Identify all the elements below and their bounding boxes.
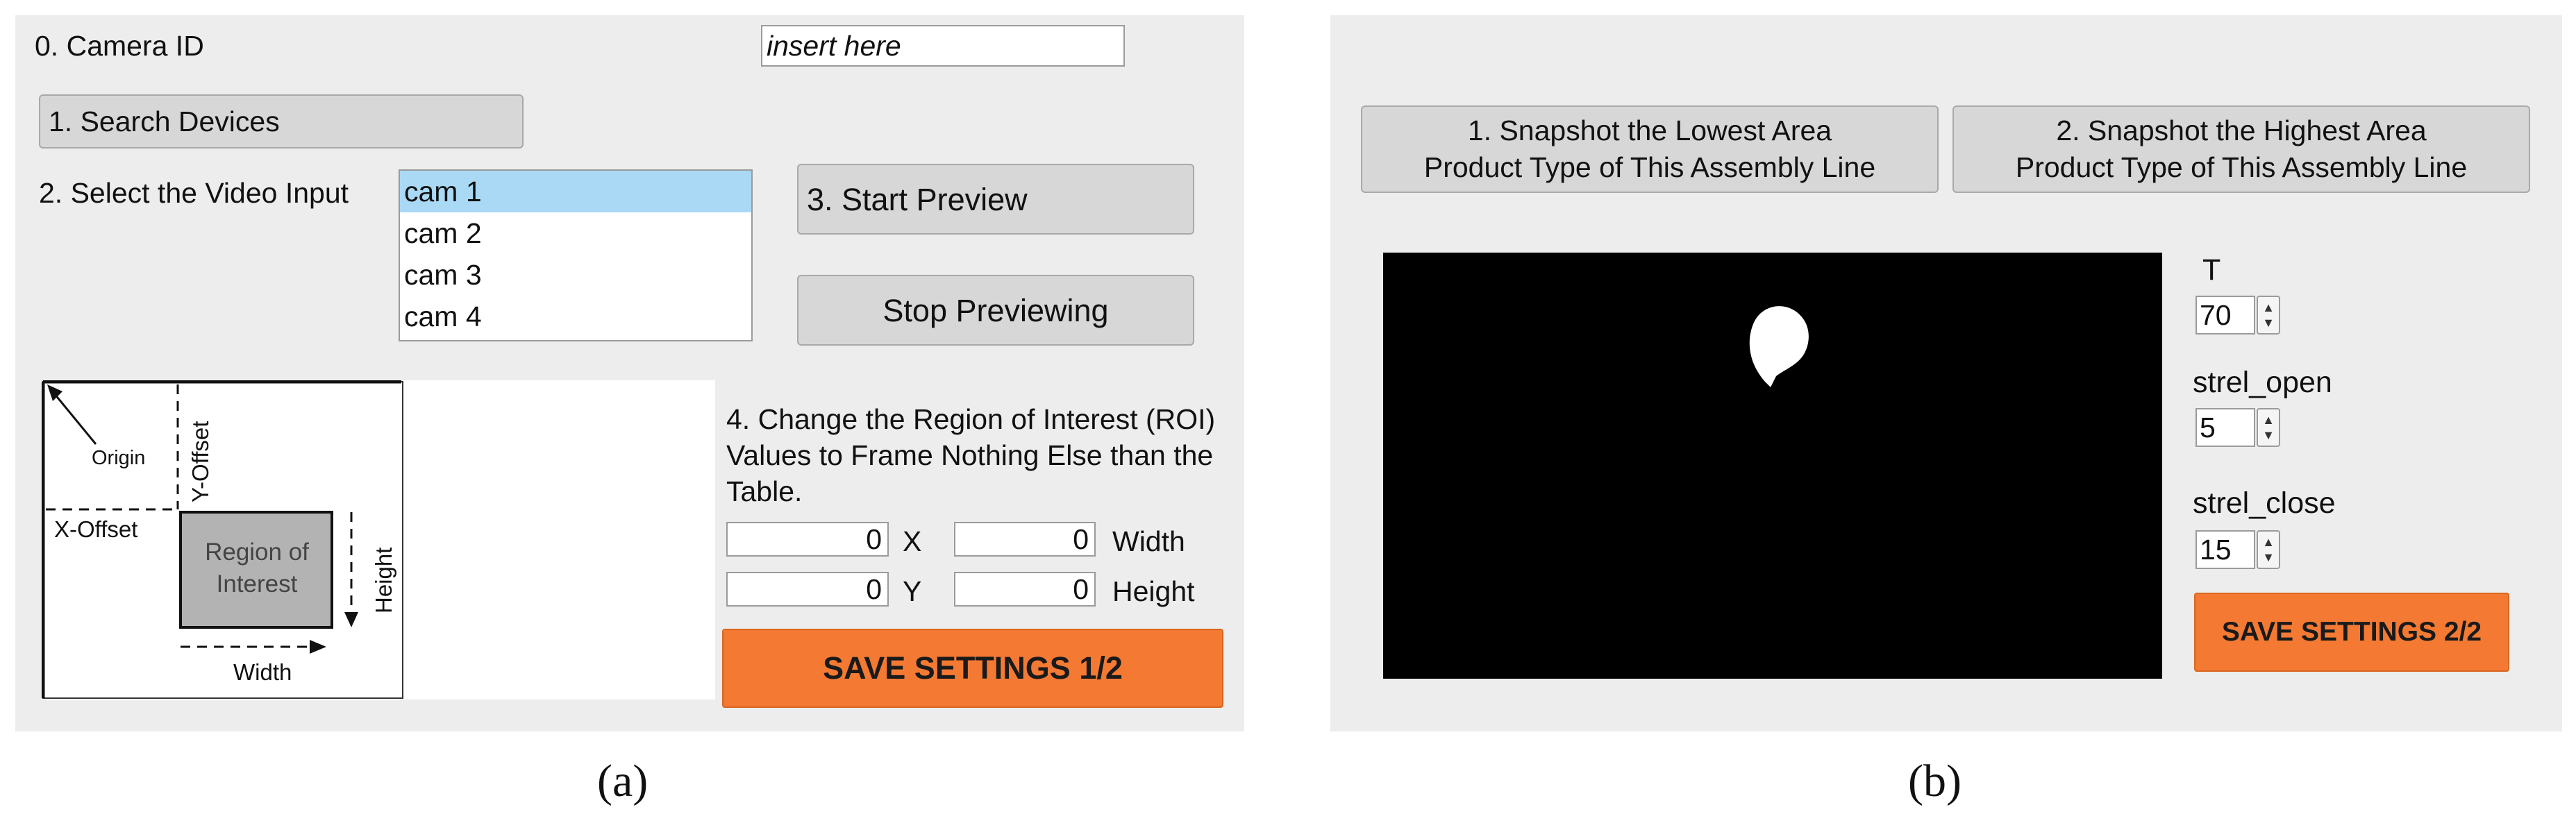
list-item[interactable]: cam 1 xyxy=(400,171,751,212)
camera-id-input[interactable]: insert here xyxy=(761,25,1125,67)
param-strel-open-value[interactable]: 5 xyxy=(2196,408,2255,447)
roi-x-input[interactable]: 0 xyxy=(726,522,889,557)
roi-height-input[interactable]: 0 xyxy=(954,572,1096,607)
roi-diagram: Origin Y-Offset X-Offset Region of Inter… xyxy=(42,380,715,700)
roi-width-label: Width xyxy=(1112,525,1185,557)
start-preview-button[interactable]: 3. Start Preview xyxy=(797,164,1194,235)
snapshot-highest-line2: Product Type of This Assembly Line xyxy=(2015,151,2468,183)
select-video-label: 2. Select the Video Input xyxy=(39,177,349,209)
save-settings-1-button[interactable]: SAVE SETTINGS 1/2 xyxy=(722,629,1223,708)
list-item[interactable]: cam 2 xyxy=(400,212,751,254)
panel-a: 0. Camera ID insert here 1. Search Devic… xyxy=(15,15,1244,731)
roi-instructions-line1: 4. Change the Region of Interest (ROI) xyxy=(726,403,1216,435)
origin-label: Origin xyxy=(92,447,146,469)
param-t-label: T xyxy=(2202,253,2221,287)
roi-label-line1: Region of xyxy=(205,539,309,566)
snapshot-highest-button[interactable]: 2. Snapshot the Highest Area Product Typ… xyxy=(1952,105,2530,193)
snapshot-lowest-line2: Product Type of This Assembly Line xyxy=(1423,151,1876,183)
caption-b: (b) xyxy=(1908,756,1962,806)
roi-height-label: Height xyxy=(1112,575,1195,607)
param-t-value[interactable]: 70 xyxy=(2196,296,2255,334)
param-strel-open-spinner-icon[interactable]: ▲ ▼ xyxy=(2257,408,2280,447)
width-label: Width xyxy=(233,659,292,685)
save-settings-2-button[interactable]: SAVE SETTINGS 2/2 xyxy=(2194,593,2509,672)
roi-instructions-line2: Values to Frame Nothing Else than the xyxy=(726,439,1214,471)
roi-width-input[interactable]: 0 xyxy=(954,522,1096,557)
segmentation-preview xyxy=(1383,253,2162,679)
snapshot-highest-line1: 2. Snapshot the Highest Area xyxy=(2056,114,2427,146)
roi-box xyxy=(179,511,333,629)
roi-label-line2: Interest xyxy=(216,570,298,598)
video-input-listbox[interactable]: cam 1 cam 2 cam 3 cam 4 xyxy=(399,169,753,341)
snapshot-lowest-button[interactable]: 1. Snapshot the Lowest Area Product Type… xyxy=(1361,105,1939,193)
stop-previewing-button[interactable]: Stop Previewing xyxy=(797,275,1194,346)
snapshot-lowest-line1: 1. Snapshot the Lowest Area xyxy=(1467,114,1832,146)
y-offset-label: Y-Offset xyxy=(187,421,213,502)
list-item[interactable]: cam 3 xyxy=(400,254,751,296)
roi-x-label: X xyxy=(903,525,922,557)
param-t-spinner-icon[interactable]: ▲ ▼ xyxy=(2257,296,2280,334)
roi-diagram-svg xyxy=(42,380,403,699)
param-strel-close-spinner-icon[interactable]: ▲ ▼ xyxy=(2257,530,2280,569)
caption-a: (a) xyxy=(597,756,649,806)
roi-y-label: Y xyxy=(903,575,922,607)
param-strel-close-label: strel_close xyxy=(2193,486,2336,520)
roi-y-input[interactable]: 0 xyxy=(726,572,889,607)
x-offset-label: X-Offset xyxy=(54,516,138,542)
search-devices-button[interactable]: 1. Search Devices xyxy=(39,94,524,149)
param-strel-close-value[interactable]: 15 xyxy=(2196,530,2255,569)
height-label: Height xyxy=(371,547,396,613)
camera-id-label: 0. Camera ID xyxy=(35,30,204,62)
param-strel-open-label: strel_open xyxy=(2193,366,2332,399)
roi-instructions-line3: Table. xyxy=(726,475,803,507)
list-item[interactable]: cam 4 xyxy=(400,296,751,337)
panel-b: 1. Snapshot the Lowest Area Product Type… xyxy=(1330,15,2562,731)
detected-blob xyxy=(1749,306,1809,387)
